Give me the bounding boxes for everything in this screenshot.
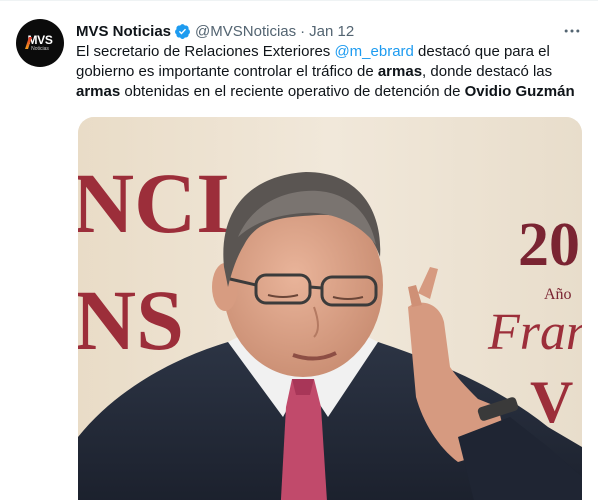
verified-badge-icon — [175, 23, 190, 39]
backdrop-text-left-2: NS — [78, 272, 184, 368]
text-part: , donde destacó las — [422, 63, 553, 80]
backdrop-text-right-2: Año — [544, 286, 572, 303]
timestamp[interactable]: Jan 12 — [309, 23, 354, 40]
press-conference-photo: NCI NS 20 Año Fran V — [78, 117, 582, 500]
tweet-header: MVS Noticias @MVSNoticias · Jan 12 — [76, 21, 582, 41]
backdrop-text-right-3: Fran — [487, 304, 582, 361]
tweet-media-photo[interactable]: NCI NS 20 Año Fran V — [78, 117, 582, 500]
tweet[interactable]: MVS Noticias MVS Noticias @MVSNoticias ·… — [0, 0, 598, 500]
separator-dot: · — [300, 22, 306, 40]
ellipsis-icon[interactable] — [560, 21, 584, 41]
avatar[interactable]: MVS Noticias — [16, 19, 64, 67]
handle[interactable]: @MVSNoticias — [195, 23, 296, 40]
tweet-text: El secretario de Relaciones Exteriores @… — [76, 42, 586, 102]
backdrop-text-left-1: NCI — [78, 155, 230, 251]
bold-keyword: Ovidio Guzmán — [464, 83, 575, 100]
avatar-logo-subtext: Noticias — [31, 46, 49, 52]
text-part: obtenidas en el reciente operativo de de… — [120, 83, 465, 100]
backdrop-text-right-1: 20 — [518, 211, 580, 279]
bold-keyword: armas — [377, 63, 423, 80]
avatar-logo-text: MVS — [27, 33, 53, 47]
mention-link[interactable]: @m_ebrard — [334, 43, 413, 60]
display-name[interactable]: MVS Noticias — [76, 23, 171, 40]
text-part: El secretario de Relaciones Exteriores — [76, 43, 335, 60]
more-options-icon — [564, 29, 580, 33]
bold-keyword: armas — [76, 83, 121, 100]
